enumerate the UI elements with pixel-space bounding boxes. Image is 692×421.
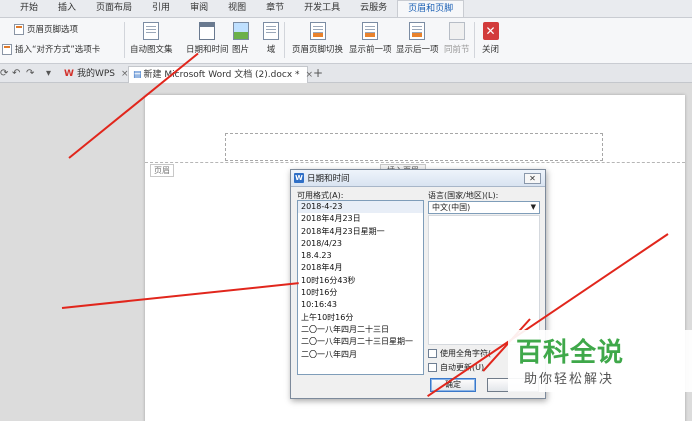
- show-previous-button[interactable]: 显示前一项: [349, 22, 392, 55]
- format-item[interactable]: 10:16:43: [298, 299, 423, 311]
- chevron-down-icon: ▼: [530, 203, 536, 211]
- switch-header-footer-button[interactable]: 页眉页脚切换: [292, 22, 343, 55]
- format-item[interactable]: 上午10时16分: [298, 312, 423, 324]
- dialog-title-bar: W 日期和时间: [291, 170, 545, 187]
- doc-parts-button[interactable]: 自动图文集: [130, 22, 173, 55]
- menu-insert[interactable]: 插入: [48, 0, 86, 17]
- close-header-footer-button[interactable]: ✕ 关闭: [482, 22, 499, 55]
- format-item[interactable]: 18.4.23: [298, 250, 423, 262]
- switch-header-footer-icon: [309, 22, 326, 40]
- format-item[interactable]: 10时16分43秒: [298, 275, 423, 287]
- format-item[interactable]: 二〇一八年四月: [298, 349, 423, 361]
- format-item[interactable]: 2018/4/23: [298, 238, 423, 250]
- format-item[interactable]: 2018年4月: [298, 262, 423, 274]
- insert-align-tab-icon: [2, 43, 12, 55]
- field-button[interactable]: 域: [263, 22, 279, 55]
- document-tab-bar: ⟳ ↶ ↷ ▾ W 我的WPS × ▤ 新建 Microsoft Word 文档 (2…: [0, 64, 692, 83]
- document-tab-icon: ▤: [133, 70, 142, 80]
- ribbon: 页眉页脚选项 插入“对齐方式”选项卡 自动图文集 日期和时间 图片 域 页眉页脚…: [0, 18, 692, 64]
- undo-icon[interactable]: ↶: [12, 68, 20, 79]
- format-item[interactable]: 二〇一八年四月二十三日: [298, 324, 423, 336]
- watermark: 百科全说 助你轻松解决: [508, 330, 692, 392]
- menu-page-layout[interactable]: 页面布局: [86, 0, 142, 17]
- redo-icon[interactable]: ↷: [26, 68, 34, 79]
- new-tab-icon[interactable]: +: [313, 66, 323, 80]
- menu-bar: 开始 插入 页面布局 引用 审阅 视图 章节 开发工具 云服务 页眉和页脚: [0, 0, 692, 18]
- ribbon-divider: [284, 22, 285, 58]
- same-as-previous-button[interactable]: 同前节: [444, 22, 470, 55]
- checkbox-box[interactable]: [428, 349, 437, 358]
- show-previous-icon: [362, 22, 379, 40]
- menu-header-footer[interactable]: 页眉和页脚: [397, 0, 465, 17]
- watermark-subtitle: 助你轻松解决: [524, 372, 615, 387]
- header-footer-options-button[interactable]: 页眉页脚选项: [14, 23, 78, 35]
- checkbox-box[interactable]: [428, 363, 437, 372]
- field-icon: [263, 22, 279, 40]
- formats-list[interactable]: 2018-4-23 2018年4月23日 2018年4月23日星期一 2018/…: [297, 200, 424, 375]
- dialog-close-button[interactable]: ✕: [524, 173, 541, 184]
- menu-home[interactable]: 开始: [10, 0, 48, 17]
- header-tag: 页眉: [150, 164, 174, 177]
- dialog-title: 日期和时间: [307, 174, 350, 184]
- menu-section[interactable]: 章节: [256, 0, 294, 17]
- watermark-title: 百科全说: [516, 338, 625, 368]
- tab-document[interactable]: ▤ 新建 Microsoft Word 文档 (2).docx * ×: [128, 66, 313, 83]
- show-next-icon: [409, 22, 426, 40]
- tab-my-wps[interactable]: W 我的WPS ×: [60, 66, 129, 83]
- header-footer-options-icon: [14, 23, 24, 35]
- format-item[interactable]: 10时16分: [298, 287, 423, 299]
- doc-parts-icon: [143, 22, 160, 40]
- format-item[interactable]: 2018-4-23: [298, 201, 423, 214]
- language-select[interactable]: 中文(中国) ▼: [428, 201, 540, 214]
- menu-developer[interactable]: 开发工具: [294, 0, 350, 17]
- format-item[interactable]: 2018年4月23日: [298, 213, 423, 225]
- menu-cloud[interactable]: 云服务: [350, 0, 397, 17]
- menu-review[interactable]: 审阅: [180, 0, 218, 17]
- header-divider: [145, 162, 685, 163]
- format-item[interactable]: 2018年4月23日星期一: [298, 226, 423, 238]
- chevron-down-icon[interactable]: ▾: [46, 68, 51, 79]
- wps-writer-icon: W: [294, 173, 304, 183]
- ribbon-divider: [124, 22, 125, 58]
- same-as-previous-icon: [448, 22, 465, 40]
- close-tab-icon[interactable]: ×: [306, 70, 314, 80]
- picture-button[interactable]: 图片: [232, 22, 249, 55]
- picture-icon: [232, 22, 249, 40]
- insert-align-tab-button[interactable]: 插入“对齐方式”选项卡: [2, 43, 100, 55]
- close-icon: ✕: [482, 22, 499, 40]
- ribbon-divider: [474, 22, 475, 58]
- show-next-button[interactable]: 显示后一项: [396, 22, 439, 55]
- language-label: 语言(国家/地区)(L):: [428, 191, 499, 200]
- header-area[interactable]: [225, 133, 603, 161]
- menu-references[interactable]: 引用: [142, 0, 180, 17]
- menu-view[interactable]: 视图: [218, 0, 256, 17]
- date-time-button[interactable]: 日期和时间: [186, 22, 229, 55]
- calendar-icon: [199, 22, 216, 40]
- format-item[interactable]: 二〇一八年四月二十三日星期一: [298, 336, 423, 348]
- save-icon[interactable]: ⟳: [0, 68, 8, 79]
- wps-logo-icon: W: [64, 69, 74, 79]
